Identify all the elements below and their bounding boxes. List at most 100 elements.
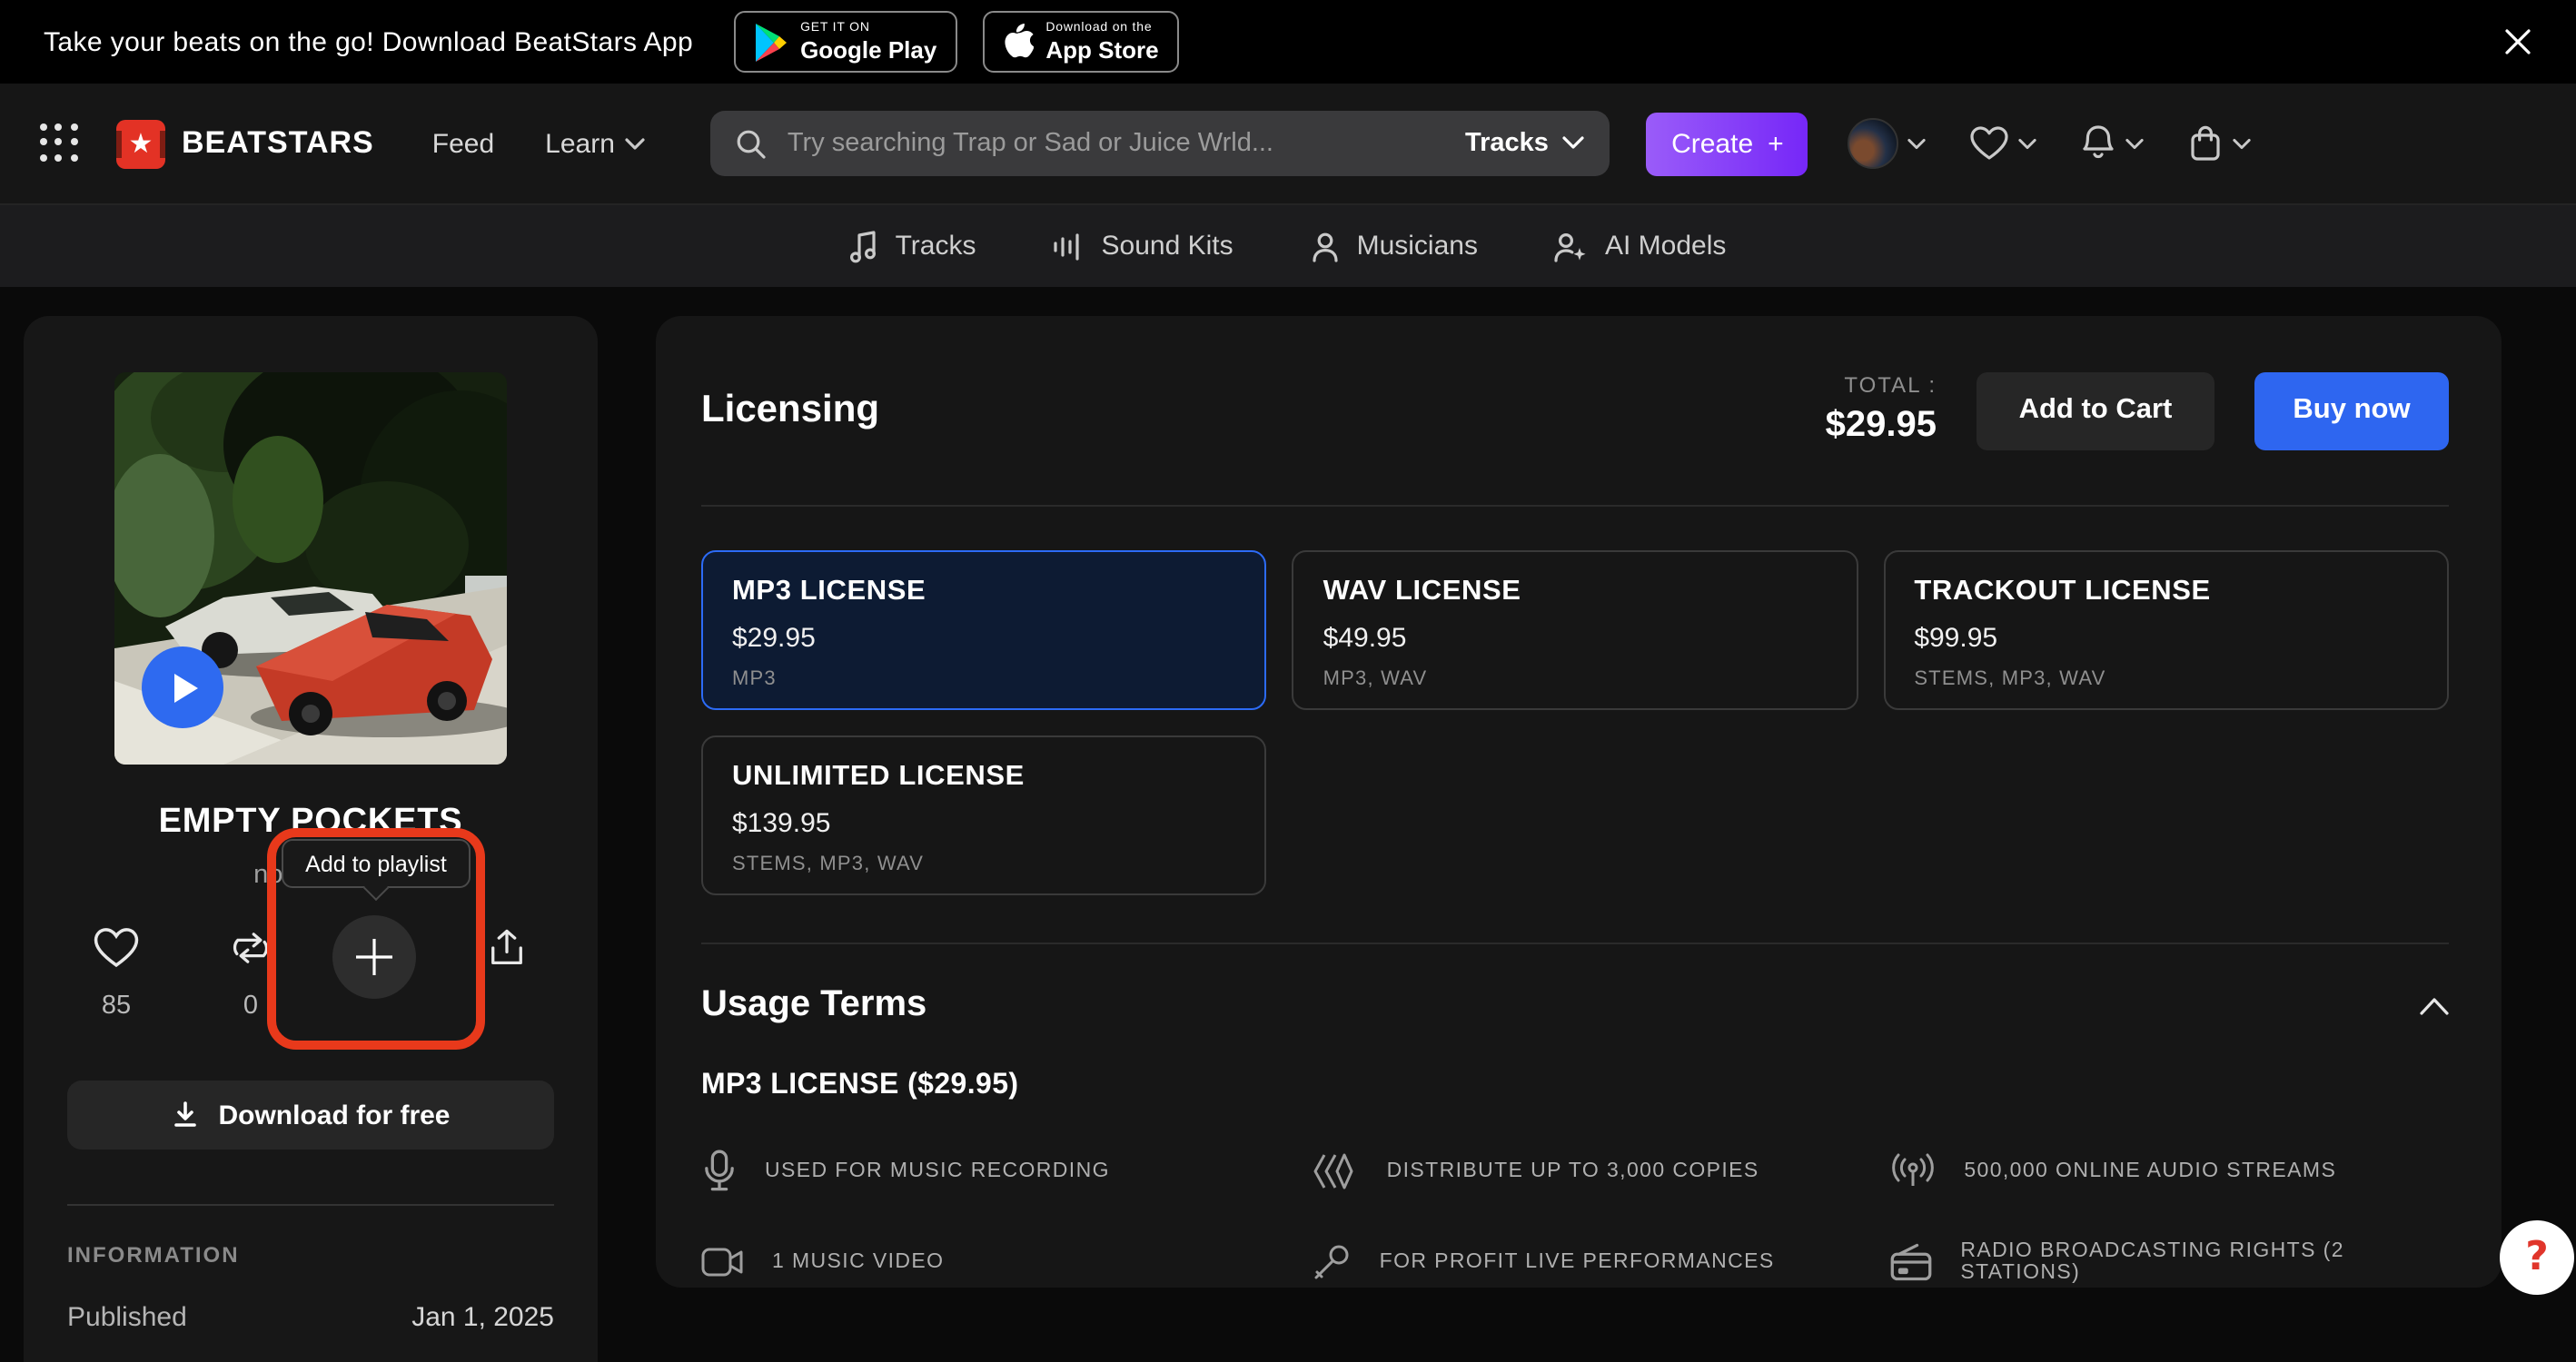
- nav-feed-label: Feed: [432, 128, 494, 159]
- play-icon: [174, 673, 198, 702]
- account-menu[interactable]: [1848, 118, 1927, 169]
- help-button[interactable]: ?: [2500, 1220, 2574, 1295]
- search-bar: Tracks: [711, 111, 1610, 176]
- subnav-tracks-label: Tracks: [896, 231, 976, 262]
- term-item: USED FOR MUSIC RECORDING: [701, 1150, 1294, 1193]
- add-to-playlist-button[interactable]: [332, 915, 416, 999]
- google-play-line2: Google Play: [800, 38, 936, 62]
- license-formats: STEMS, MP3, WAV: [732, 854, 1236, 875]
- license-card-trackout[interactable]: TRACKOUT LICENSE $99.95 STEMS, MP3, WAV: [1883, 550, 2449, 710]
- nav-learn[interactable]: Learn: [545, 128, 646, 159]
- term-label: 500,000 ONLINE AUDIO STREAMS: [1964, 1160, 2336, 1182]
- brand-name: BEATSTARS: [182, 125, 374, 162]
- total-value: $29.95: [1826, 405, 1937, 447]
- term-label: FOR PROFIT LIVE PERFORMANCES: [1380, 1251, 1775, 1273]
- subnav-sound-kits[interactable]: Sound Kits: [1053, 230, 1234, 262]
- share-icon: [485, 926, 529, 970]
- track-title: EMPTY POCKETS: [24, 803, 598, 843]
- beatstars-logo-mark: ★: [116, 119, 165, 168]
- subnav-sound-kits-label: Sound Kits: [1102, 231, 1234, 262]
- license-card-unlimited[interactable]: UNLIMITED LICENSE $139.95 STEMS, MP3, WA…: [701, 735, 1267, 895]
- term-label: 1 MUSIC VIDEO: [772, 1251, 944, 1273]
- license-card-wav[interactable]: WAV LICENSE $49.95 MP3, WAV: [1293, 550, 1858, 710]
- license-name: MP3 LICENSE: [732, 576, 1236, 608]
- person-icon: [1310, 230, 1341, 262]
- license-formats: MP3: [732, 668, 1236, 690]
- licensing-header: Licensing TOTAL : $29.95 Add to Cart Buy…: [701, 316, 2449, 505]
- download-icon: [171, 1100, 200, 1130]
- download-for-free-button[interactable]: Download for free: [67, 1081, 554, 1150]
- nav-feed[interactable]: Feed: [432, 128, 494, 159]
- bell-icon: [2081, 123, 2117, 163]
- shopping-bag-icon: [2188, 123, 2224, 163]
- app-store-line1: Download on the: [1045, 22, 1158, 35]
- chevron-down-icon: [1908, 137, 1927, 150]
- google-play-badge[interactable]: GET IT ON Google Play: [733, 11, 956, 73]
- term-item: 1 MUSIC VIDEO: [701, 1240, 1294, 1284]
- license-price: $29.95: [732, 623, 1236, 654]
- favorites-menu[interactable]: [1970, 125, 2037, 162]
- divider: [701, 505, 2449, 507]
- total-block: TOTAL : $29.95: [1826, 374, 1937, 447]
- streams-icon: [1889, 1151, 1937, 1191]
- term-item: FOR PROFIT LIVE PERFORMANCES: [1313, 1240, 1872, 1284]
- usage-terms-header[interactable]: Usage Terms: [701, 984, 2449, 1026]
- create-button[interactable]: Create +: [1647, 112, 1808, 175]
- beatstars-logo[interactable]: ★ BEATSTARS: [116, 119, 374, 168]
- usage-terms-title: Usage Terms: [701, 984, 926, 1026]
- chevron-down-icon: [2234, 137, 2252, 150]
- published-label: Published: [67, 1302, 187, 1333]
- top-nav: Feed Learn: [432, 128, 646, 159]
- chevron-down-icon: [626, 137, 646, 150]
- like-action[interactable]: 85: [93, 926, 140, 1021]
- notifications-menu[interactable]: [2081, 123, 2145, 163]
- license-card-mp3[interactable]: MP3 LICENSE $29.95 MP3: [701, 550, 1267, 710]
- nav-learn-label: Learn: [545, 128, 615, 159]
- cart-menu[interactable]: [2188, 123, 2252, 163]
- chevron-down-icon: [2126, 137, 2145, 150]
- information-label: INFORMATION: [67, 1242, 240, 1268]
- create-button-label: Create: [1671, 128, 1753, 159]
- usage-terms-subtitle: MP3 LICENSE ($29.95): [701, 1070, 2449, 1102]
- download-for-free-label: Download for free: [218, 1100, 450, 1130]
- person-sparkle-icon: [1554, 230, 1589, 262]
- buy-now-button[interactable]: Buy now: [2254, 371, 2449, 449]
- live-mic-icon: [1313, 1242, 1352, 1282]
- google-play-icon: [753, 23, 788, 61]
- google-play-line1: GET IT ON: [800, 22, 936, 35]
- licensing-panel: Licensing TOTAL : $29.95 Add to Cart Buy…: [656, 316, 2502, 1288]
- search-category-label: Tracks: [1465, 129, 1549, 158]
- add-to-playlist-tooltip: Add to playlist: [282, 839, 471, 888]
- license-options: MP3 LICENSE $29.95 MP3 WAV LICENSE $49.9…: [701, 550, 2449, 895]
- search-category-dropdown[interactable]: Tracks: [1465, 129, 1585, 158]
- license-name: UNLIMITED LICENSE: [732, 761, 1236, 794]
- app-download-banner: Take your beats on the go! Download Beat…: [0, 0, 2576, 84]
- subnav-tracks[interactable]: Tracks: [850, 230, 976, 262]
- heart-icon: [1970, 125, 2010, 162]
- license-name: TRACKOUT LICENSE: [1914, 576, 2418, 608]
- plus-icon: +: [1768, 128, 1784, 159]
- subnav-ai-models[interactable]: AI Models: [1554, 230, 1726, 262]
- video-camera-icon: [701, 1244, 745, 1280]
- search-input[interactable]: [784, 127, 1465, 160]
- repost-action[interactable]: 0: [227, 926, 274, 1021]
- license-name: WAV LICENSE: [1323, 576, 1828, 608]
- repost-icon: [227, 926, 274, 970]
- apps-grid-icon[interactable]: [40, 123, 80, 163]
- usage-terms-grid: USED FOR MUSIC RECORDING DISTRIBUTE UP T…: [701, 1150, 2449, 1284]
- chevron-down-icon: [1563, 136, 1585, 151]
- subnav-ai-models-label: AI Models: [1605, 231, 1726, 262]
- share-action[interactable]: [485, 926, 529, 970]
- add-to-cart-button[interactable]: Add to Cart: [1977, 371, 2214, 449]
- microphone-icon: [701, 1150, 738, 1193]
- license-formats: STEMS, MP3, WAV: [1914, 668, 2418, 690]
- subnav-musicians[interactable]: Musicians: [1310, 230, 1478, 262]
- published-value: Jan 1, 2025: [411, 1302, 554, 1333]
- term-item: 500,000 ONLINE AUDIO STREAMS: [1889, 1150, 2449, 1193]
- total-label: TOTAL :: [1826, 374, 1937, 400]
- play-button[interactable]: [142, 646, 223, 728]
- divider: [67, 1204, 554, 1206]
- app-store-badge[interactable]: Download on the App Store: [982, 11, 1178, 73]
- chevron-up-icon[interactable]: [2420, 996, 2449, 1014]
- banner-close-icon[interactable]: [2500, 24, 2536, 60]
